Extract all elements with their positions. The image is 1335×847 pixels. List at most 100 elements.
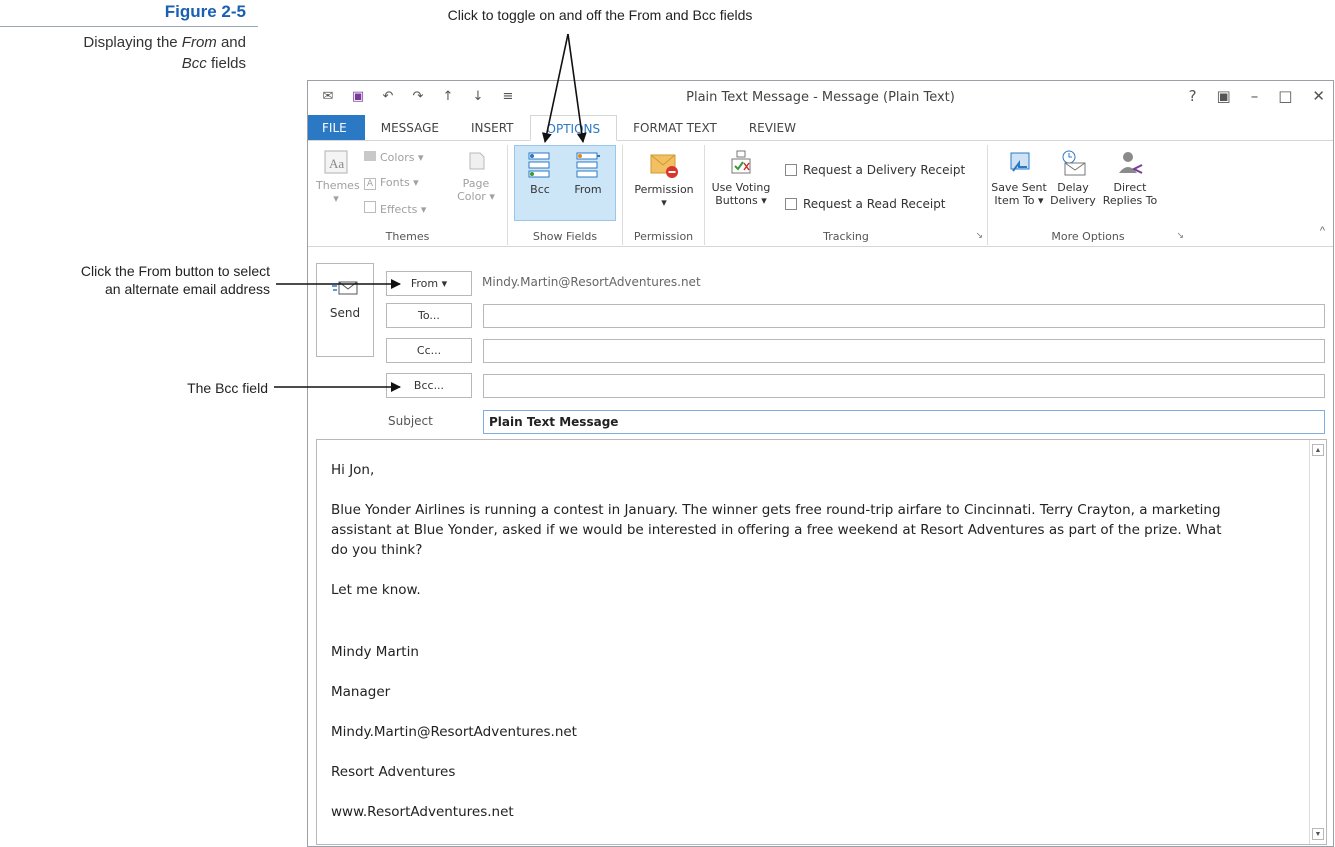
tab-review[interactable]: REVIEW xyxy=(733,115,812,140)
cc-field[interactable] xyxy=(483,339,1325,363)
colors-icon xyxy=(364,151,376,161)
body-scrollbar[interactable]: ▲ ▼ xyxy=(1309,440,1326,844)
delay-delivery-icon xyxy=(1062,150,1086,176)
send-label: Send xyxy=(329,306,361,320)
tab-message[interactable]: MESSAGE xyxy=(365,115,455,140)
from-toggle-button[interactable]: From xyxy=(566,151,610,196)
collapse-ribbon-icon[interactable]: ^ xyxy=(1320,225,1325,237)
figure-number: Figure 2-5 xyxy=(164,2,246,21)
send-button[interactable]: Send xyxy=(316,263,374,357)
save-sent-item-button[interactable]: Save Sent Item To ▾ xyxy=(988,149,1050,207)
signature-name: Mindy Martin xyxy=(331,644,419,660)
minimize-icon[interactable]: – xyxy=(1251,87,1259,105)
fonts-button[interactable]: A Fonts ▾ xyxy=(364,176,419,190)
close-icon[interactable]: ✕ xyxy=(1312,87,1325,105)
page-color-label-1: Page xyxy=(462,177,490,190)
use-voting-buttons-button[interactable]: Use Voting Buttons ▾ xyxy=(709,149,773,207)
ribbon-display-options-icon[interactable]: ▣ xyxy=(1217,87,1231,105)
colors-label: Colors xyxy=(380,151,415,164)
message-window: ✉ ▣ ↶ ↷ ↑ ↓ ≡ Plain Text Message - Messa… xyxy=(307,80,1334,847)
read-receipt-checkbox[interactable]: Request a Read Receipt xyxy=(785,197,946,211)
maximize-icon[interactable]: □ xyxy=(1278,87,1292,105)
group-label-more-options: More Options xyxy=(1051,230,1125,243)
delivery-receipt-box[interactable] xyxy=(785,164,797,176)
delivery-receipt-label: Request a Delivery Receipt xyxy=(803,163,966,177)
figure-desc-prefix: Displaying the xyxy=(83,34,182,51)
themes-icon: Aa xyxy=(324,150,348,174)
group-more-options: Save Sent Item To ▾ Delay Delivery Direc… xyxy=(988,145,1188,245)
ribbon-tabs: FILE MESSAGE INSERT OPTIONS FORMAT TEXT … xyxy=(308,115,1333,141)
signature-company: Resort Adventures xyxy=(331,764,456,780)
svg-text:Aa: Aa xyxy=(329,156,344,171)
tab-file[interactable]: FILE xyxy=(308,115,365,140)
group-label-show-fields: Show Fields xyxy=(532,230,598,243)
direct-replies-icon xyxy=(1119,152,1143,174)
window-title: Plain Text Message - Message (Plain Text… xyxy=(686,90,955,105)
body-para1-line1: Blue Yonder Airlines is running a contes… xyxy=(331,502,1221,518)
group-label-themes: Themes xyxy=(385,230,430,243)
colors-button[interactable]: Colors ▾ xyxy=(364,151,423,164)
more-options-dialog-launcher-icon[interactable]: ↘ xyxy=(1176,230,1184,241)
group-permission: Permission ▾ Permission xyxy=(623,145,705,245)
subject-label: Subject xyxy=(388,414,433,428)
bcc-field[interactable] xyxy=(483,374,1325,398)
effects-label: Effects xyxy=(380,203,418,216)
delivery-receipt-checkbox[interactable]: Request a Delivery Receipt xyxy=(785,163,965,177)
tab-insert[interactable]: INSERT xyxy=(455,115,530,140)
body-para2: Let me know. xyxy=(331,582,421,598)
voting-icon xyxy=(731,150,751,174)
signature-website: www.ResortAdventures.net xyxy=(331,804,514,820)
to-field[interactable] xyxy=(483,304,1325,328)
to-button[interactable]: To... xyxy=(386,303,472,328)
message-body[interactable]: Hi Jon, Blue Yonder Airlines is running … xyxy=(316,439,1327,845)
direct-label-2: Replies To xyxy=(1102,194,1158,207)
permission-button[interactable]: Permission ▾ xyxy=(631,151,697,209)
page-color-button[interactable]: Page Color ▾ xyxy=(454,149,498,203)
delay-delivery-button[interactable]: Delay Delivery xyxy=(1048,149,1098,207)
group-label-permission: Permission xyxy=(633,230,694,243)
from-address: Mindy.Martin@ResortAdventures.net xyxy=(482,275,701,289)
tracking-dialog-launcher-icon[interactable]: ↘ xyxy=(975,230,983,241)
direct-label-1: Direct xyxy=(1113,181,1147,194)
tab-options[interactable]: OPTIONS xyxy=(529,115,618,141)
figure-rule xyxy=(0,26,258,27)
themes-label: Themes xyxy=(316,179,360,192)
save-sent-label-2: Item To xyxy=(994,194,1035,207)
cc-button[interactable]: Cc... xyxy=(386,338,472,363)
delay-label-1: Delay xyxy=(1057,181,1089,194)
group-tracking: Use Voting Buttons ▾ Request a Delivery … xyxy=(705,145,988,245)
bcc-toggle-label: Bcc xyxy=(530,183,550,196)
read-receipt-label: Request a Read Receipt xyxy=(803,197,946,211)
page-color-label-2: Color xyxy=(457,190,486,203)
callout-from-button: Click the From button to select an alter… xyxy=(0,262,270,298)
read-receipt-box[interactable] xyxy=(785,198,797,210)
window-controls: ? ▣ – □ ✕ xyxy=(1189,87,1325,105)
save-sent-label-1: Save Sent xyxy=(991,181,1047,194)
callout-toggle-fields: Click to toggle on and off the From and … xyxy=(447,7,753,23)
effects-button[interactable]: Effects ▾ xyxy=(364,201,426,216)
group-show-fields: Bcc From Show Fields xyxy=(508,145,623,245)
voting-label-2: Buttons xyxy=(715,194,758,207)
voting-label-1: Use Voting xyxy=(711,181,771,194)
body-greeting: Hi Jon, xyxy=(331,462,375,478)
from-button[interactable]: From ▾ xyxy=(386,271,472,296)
tab-format-text[interactable]: FORMAT TEXT xyxy=(617,115,733,140)
callout-from-line2: an alternate email address xyxy=(105,281,270,297)
help-icon[interactable]: ? xyxy=(1189,87,1197,105)
figure-desc-suffix: fields xyxy=(206,55,246,72)
figure-desc-from: From xyxy=(181,34,217,51)
direct-replies-button[interactable]: Direct Replies To xyxy=(1098,149,1162,207)
figure-desc-and: and xyxy=(216,34,246,51)
delay-label-2: Delivery xyxy=(1050,194,1096,207)
send-envelope-icon xyxy=(332,281,358,295)
subject-field[interactable]: Plain Text Message xyxy=(483,410,1325,434)
scroll-down-icon[interactable]: ▼ xyxy=(1312,828,1324,840)
from-toggle-label: From xyxy=(574,183,602,196)
bcc-button[interactable]: Bcc... xyxy=(386,373,472,398)
signature-title: Manager xyxy=(331,684,391,700)
scroll-up-icon[interactable]: ▲ xyxy=(1312,444,1324,456)
callout-from-line1: Click the From button to select xyxy=(80,263,270,279)
permission-envelope-icon xyxy=(650,154,678,178)
bcc-toggle-button[interactable]: Bcc xyxy=(520,151,560,196)
themes-button[interactable]: Aa Themes ▾ xyxy=(316,149,360,205)
